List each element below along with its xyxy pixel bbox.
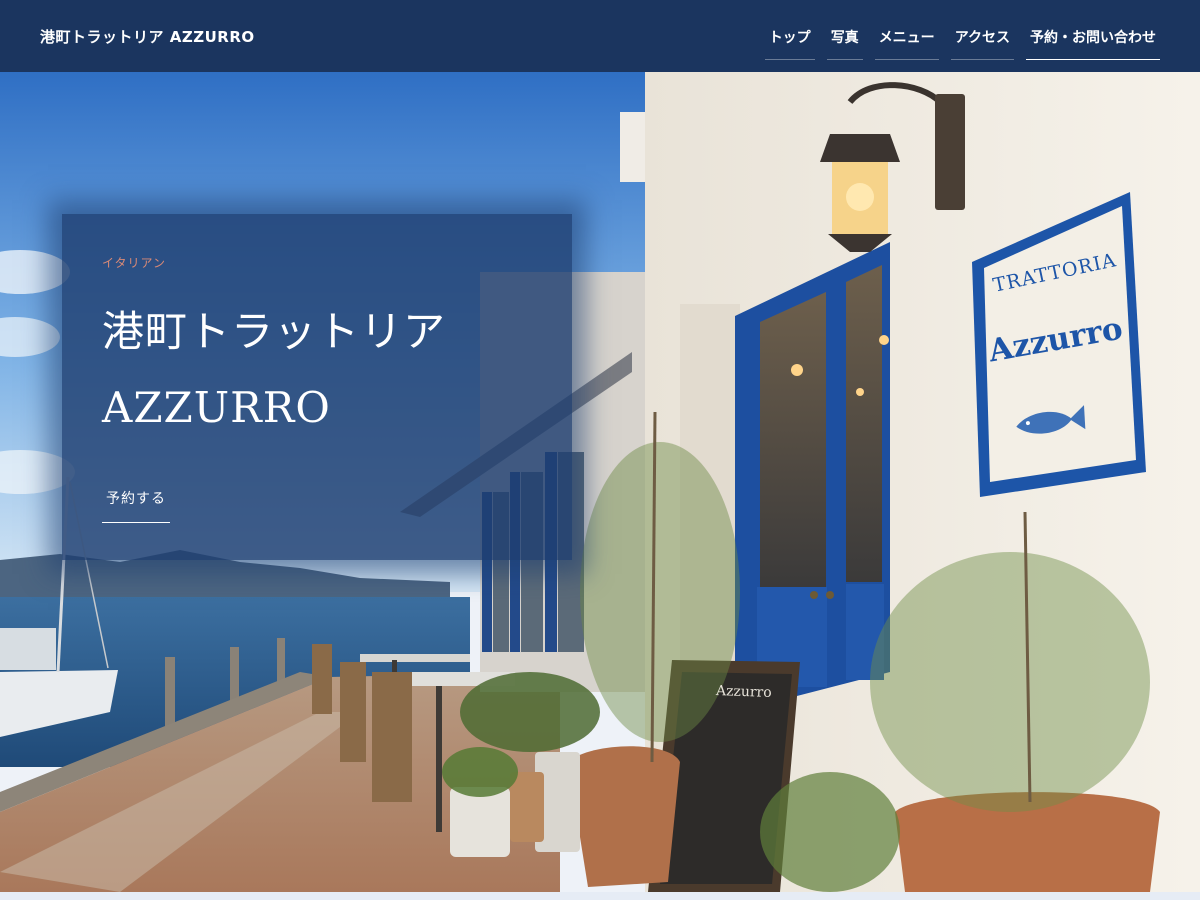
page-bottom-strip — [0, 892, 1200, 900]
main-nav: トップ 写真 メニュー アクセス 予約・お問い合わせ — [764, 0, 1160, 72]
site-header: 港町トラットリア AZZURRO トップ 写真 メニュー アクセス 予約・お問い… — [0, 0, 1200, 72]
nav-item-top[interactable]: トップ — [764, 21, 815, 60]
site-title[interactable]: 港町トラットリア AZZURRO — [40, 26, 255, 47]
reserve-button[interactable]: 予約する — [102, 486, 170, 523]
hero-section: TRATTORIA Azzurro Azzurro イタリアン 港町トラットリア… — [0, 72, 1200, 892]
chalkboard-title: Azzurro — [715, 683, 772, 701]
hero-title: 港町トラットリア AZZURRO — [102, 307, 447, 432]
nav-item-menu[interactable]: メニュー — [874, 21, 939, 60]
hero-category: イタリアン — [102, 256, 167, 270]
nav-item-photos[interactable]: 写真 — [826, 21, 863, 60]
nav-item-reservation[interactable]: 予約・お問い合わせ — [1026, 21, 1160, 60]
nav-item-access[interactable]: アクセス — [950, 21, 1014, 60]
